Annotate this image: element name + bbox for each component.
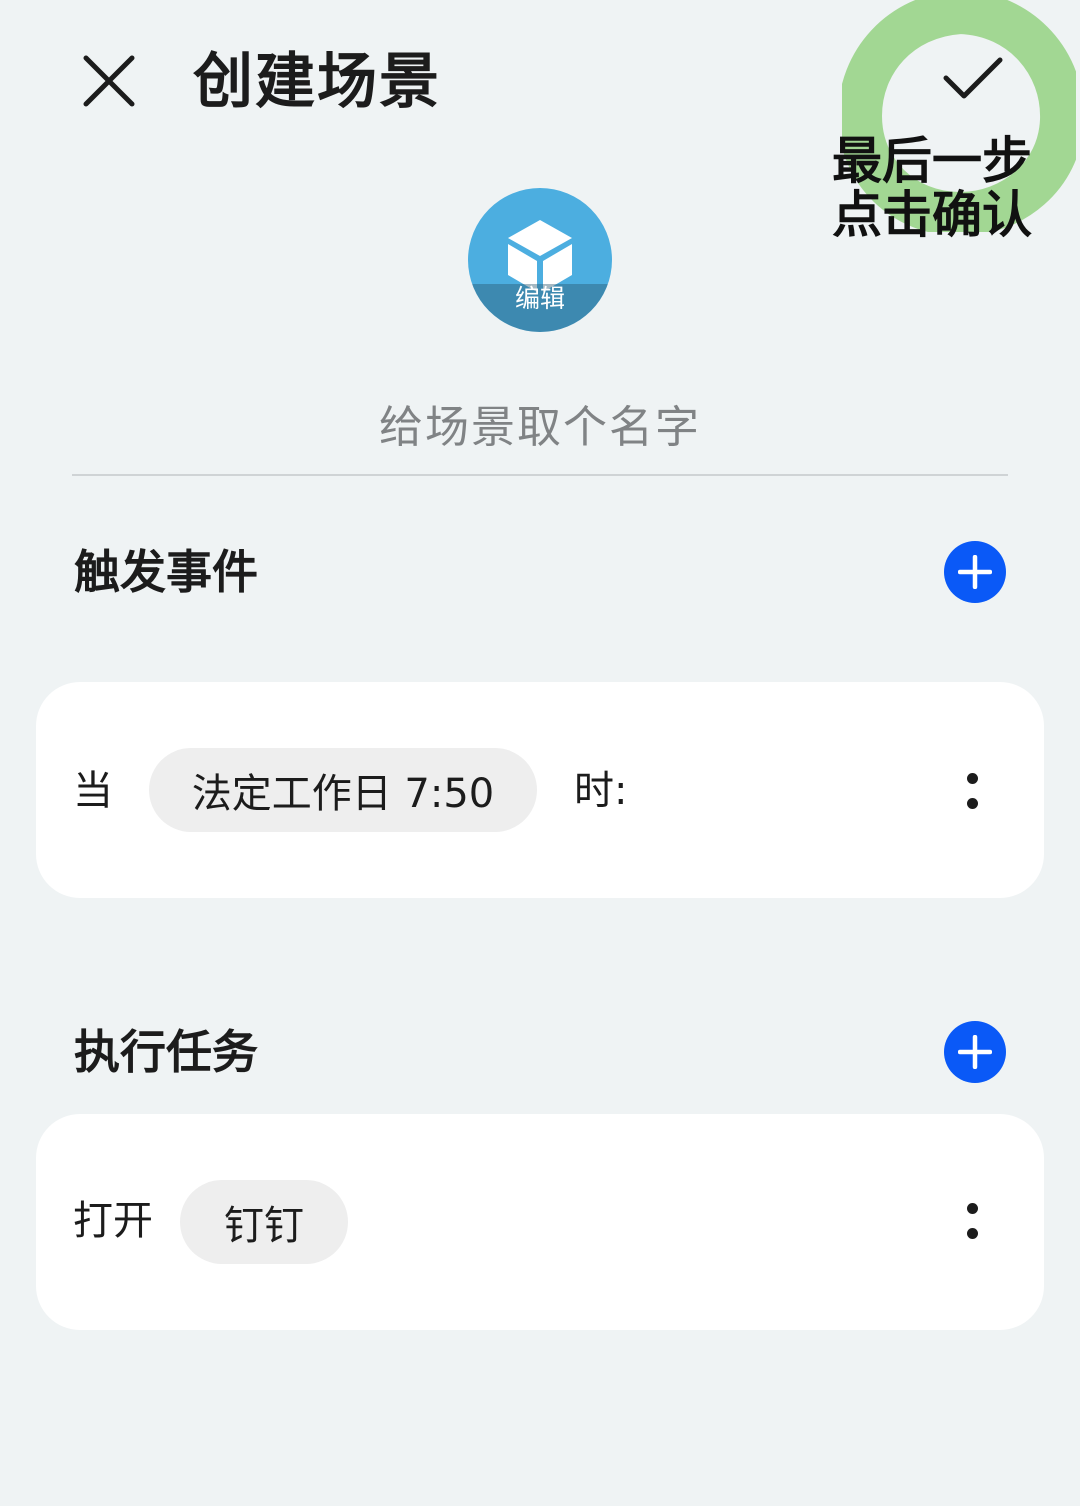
scene-icon-button[interactable]: 编辑 — [468, 188, 612, 332]
trigger-card: 当 法定工作日 7:50 时: — [36, 682, 1044, 898]
title-bar: 创建场景 最后一步 点击确认 — [0, 0, 1080, 242]
add-trigger-button[interactable] — [944, 541, 1006, 603]
scene-name-input[interactable] — [72, 380, 1008, 476]
task-more-button[interactable] — [952, 1186, 992, 1256]
cube-icon — [508, 220, 572, 292]
task-section-title: 执行任务 — [74, 1025, 258, 1079]
trigger-more-button[interactable] — [952, 756, 992, 826]
annotation-note: 最后一步 点击确认 — [832, 134, 1058, 242]
trigger-suffix: 时: — [574, 768, 628, 814]
task-card: 打开 钉钉 — [36, 1114, 1044, 1330]
trigger-section-title: 触发事件 — [74, 545, 258, 599]
task-app-chip[interactable]: 钉钉 — [180, 1180, 348, 1264]
more-dot — [966, 798, 978, 809]
task-prefix: 打开 — [73, 1198, 153, 1244]
close-button[interactable] — [76, 48, 142, 114]
plus-icon — [958, 555, 992, 589]
annotation-line-2: 点击确认 — [832, 186, 1032, 244]
trigger-condition-chip[interactable]: 法定工作日 7:50 — [149, 748, 537, 832]
page-title: 创建场景 — [193, 47, 441, 117]
plus-icon — [958, 1035, 992, 1069]
more-dot — [966, 773, 978, 784]
checkmark-icon — [943, 57, 1003, 99]
edit-label: 编辑 — [514, 284, 565, 313]
add-task-button[interactable] — [944, 1021, 1006, 1083]
trigger-prefix: 当 — [73, 768, 113, 814]
close-icon — [83, 55, 135, 107]
annotation-line-1: 最后一步 — [832, 132, 1032, 190]
more-dot — [966, 1203, 978, 1214]
confirm-button[interactable] — [934, 46, 1012, 112]
more-dot — [966, 1228, 978, 1239]
